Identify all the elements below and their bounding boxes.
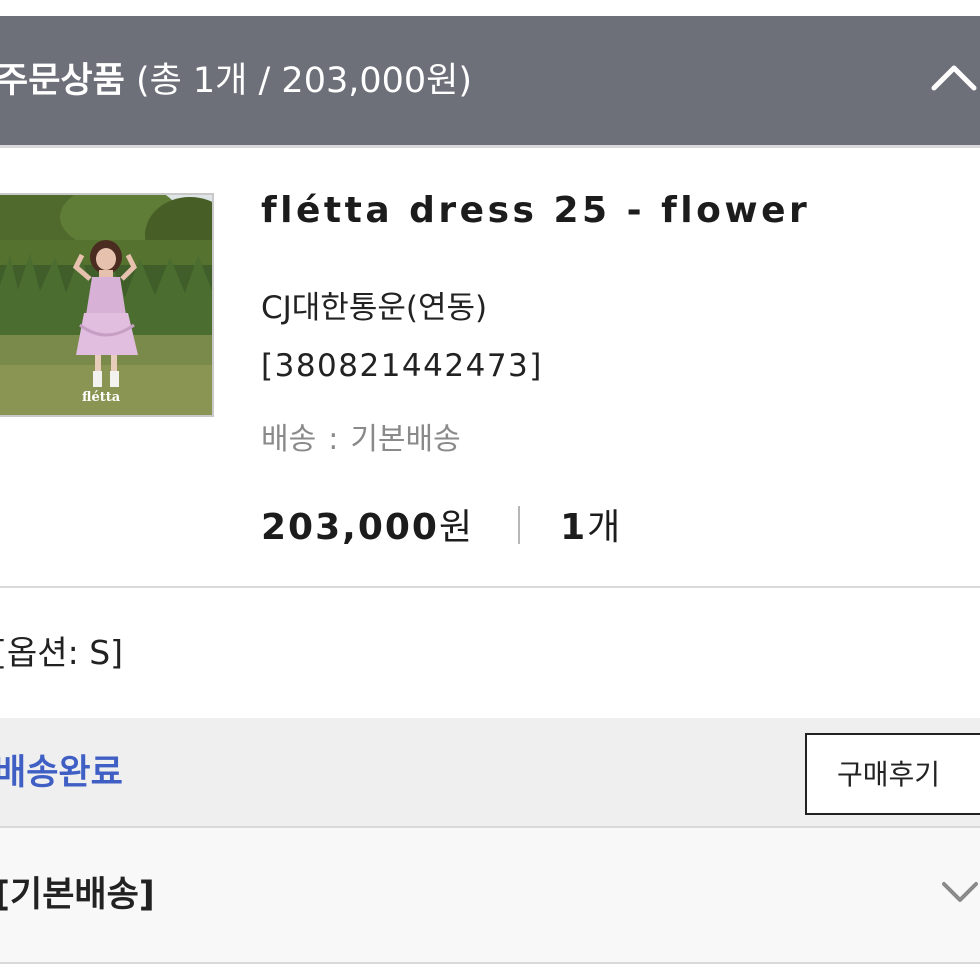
- divider: [0, 962, 980, 964]
- quantity-unit: 개: [587, 507, 621, 548]
- shipping-group-label: [기본배송]: [0, 875, 155, 915]
- write-review-button[interactable]: 구매후기: [805, 733, 980, 815]
- order-items-summary: (총 1개 / 203,000원): [124, 61, 473, 101]
- product-price: 203,000: [261, 507, 439, 548]
- shipping-group-row[interactable]: [기본배송]: [0, 828, 980, 962]
- order-items-heading: 주문상품: [0, 61, 125, 101]
- divider: [0, 586, 980, 588]
- shipping-method-label: 배송: [261, 422, 317, 457]
- shipping-method: 배송: 기본배송: [261, 414, 461, 458]
- product-quantity: 1: [560, 507, 588, 548]
- price-quantity-divider: [518, 506, 521, 544]
- price-unit: 원: [438, 507, 473, 548]
- delivery-status-label: 배송완료: [0, 753, 123, 793]
- product-thumbnail[interactable]: flétta: [0, 193, 214, 417]
- product-option: [옵션: S]: [0, 633, 124, 672]
- tracking-number[interactable]: [380821442473]: [261, 348, 543, 384]
- shipping-method-separator: :: [328, 422, 339, 457]
- courier-name: CJ대한통운(연동): [261, 290, 488, 326]
- delivery-status-row: 배송완료 구매후기: [0, 718, 980, 826]
- product-image-watermark: flétta: [82, 390, 121, 405]
- order-items-title: 주문상품 (총 1개 / 203,000원): [0, 16, 472, 148]
- chevron-down-icon[interactable]: [940, 872, 980, 912]
- price-quantity-row: 203,000원 1개: [261, 498, 620, 548]
- chevron-up-icon[interactable]: [930, 56, 980, 106]
- product-name[interactable]: flétta dress 25 - flower: [261, 190, 810, 231]
- order-detail-page: 주문상품 (총 1개 / 203,000원) flétta flétta dre…: [0, 0, 980, 980]
- shipping-method-value: 기본배송: [350, 422, 461, 457]
- order-items-header[interactable]: 주문상품 (총 1개 / 203,000원): [0, 16, 980, 148]
